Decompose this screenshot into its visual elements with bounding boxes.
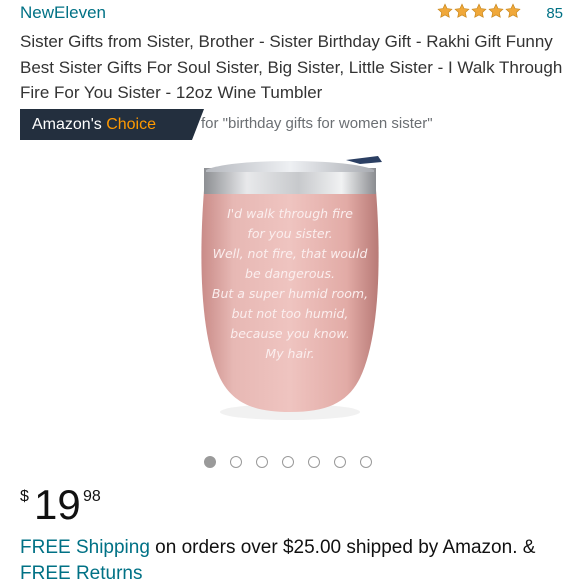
amazons-choice-badge[interactable]: Amazon's Choice	[20, 109, 192, 140]
carousel-dot[interactable]	[256, 456, 268, 468]
star-icon	[505, 3, 521, 18]
carousel-dot[interactable]	[360, 456, 372, 468]
rating-count[interactable]: 85	[546, 5, 563, 22]
tumbler-illustration: I'd walk through fire for you sister. Well…	[201, 156, 382, 420]
star-icon	[437, 3, 453, 18]
image-carousel-dots[interactable]	[204, 456, 372, 468]
price-fraction: 98	[83, 488, 101, 505]
carousel-dot[interactable]	[230, 456, 242, 468]
product-image[interactable]: I'd walk through fire for you sister. Well…	[160, 150, 420, 440]
tumbler-text-line: but not too humid,	[232, 306, 349, 321]
carousel-dot[interactable]	[308, 456, 320, 468]
star-icon	[454, 3, 470, 18]
amazons-choice-row: Amazon's Choice for "birthday gifts for …	[20, 109, 560, 141]
tumbler-text-line: be dangerous.	[245, 266, 335, 281]
tumbler-text-line: because you know.	[230, 326, 349, 341]
carousel-dot[interactable]	[282, 456, 294, 468]
badge-context: for "birthday gifts for women sister"	[201, 115, 433, 132]
star-rating[interactable]	[437, 3, 521, 19]
brand-row: NewEleven 85	[20, 3, 565, 25]
tumbler-text-line: for you sister.	[247, 226, 332, 241]
product-page: NewEleven 85 Sister Gifts from Sister, B…	[0, 0, 580, 580]
free-shipping-link[interactable]: FREE Shipping	[20, 537, 150, 558]
tumbler-text-line: I'd walk through fire	[227, 206, 353, 221]
shipping-text: on orders over $25.00 shipped by Amazon.…	[149, 537, 536, 558]
star-icon	[471, 3, 487, 18]
shipping-info: FREE Shipping on orders over $25.00 ship…	[20, 535, 568, 580]
carousel-dot[interactable]	[334, 456, 346, 468]
tumbler-text-line: Well, not fire, that would	[213, 246, 368, 261]
free-returns-link[interactable]: FREE Returns	[20, 563, 142, 580]
tumbler-sip-tab	[346, 156, 382, 164]
product-title: Sister Gifts from Sister, Brother - Sist…	[20, 32, 563, 102]
tumbler-lid	[206, 161, 374, 172]
brand-link[interactable]: NewEleven	[20, 3, 106, 23]
tumbler-text-line: But a super humid room,	[212, 286, 368, 301]
tumbler-text-line: My hair.	[265, 346, 314, 361]
badge-prefix: Amazon's	[32, 116, 102, 133]
badge-highlight: Choice	[106, 116, 157, 133]
price-whole: 19	[34, 481, 81, 528]
star-icon	[488, 3, 504, 18]
carousel-dot[interactable]	[204, 456, 216, 468]
price-currency: $	[20, 488, 29, 505]
tumbler-body	[201, 190, 379, 412]
